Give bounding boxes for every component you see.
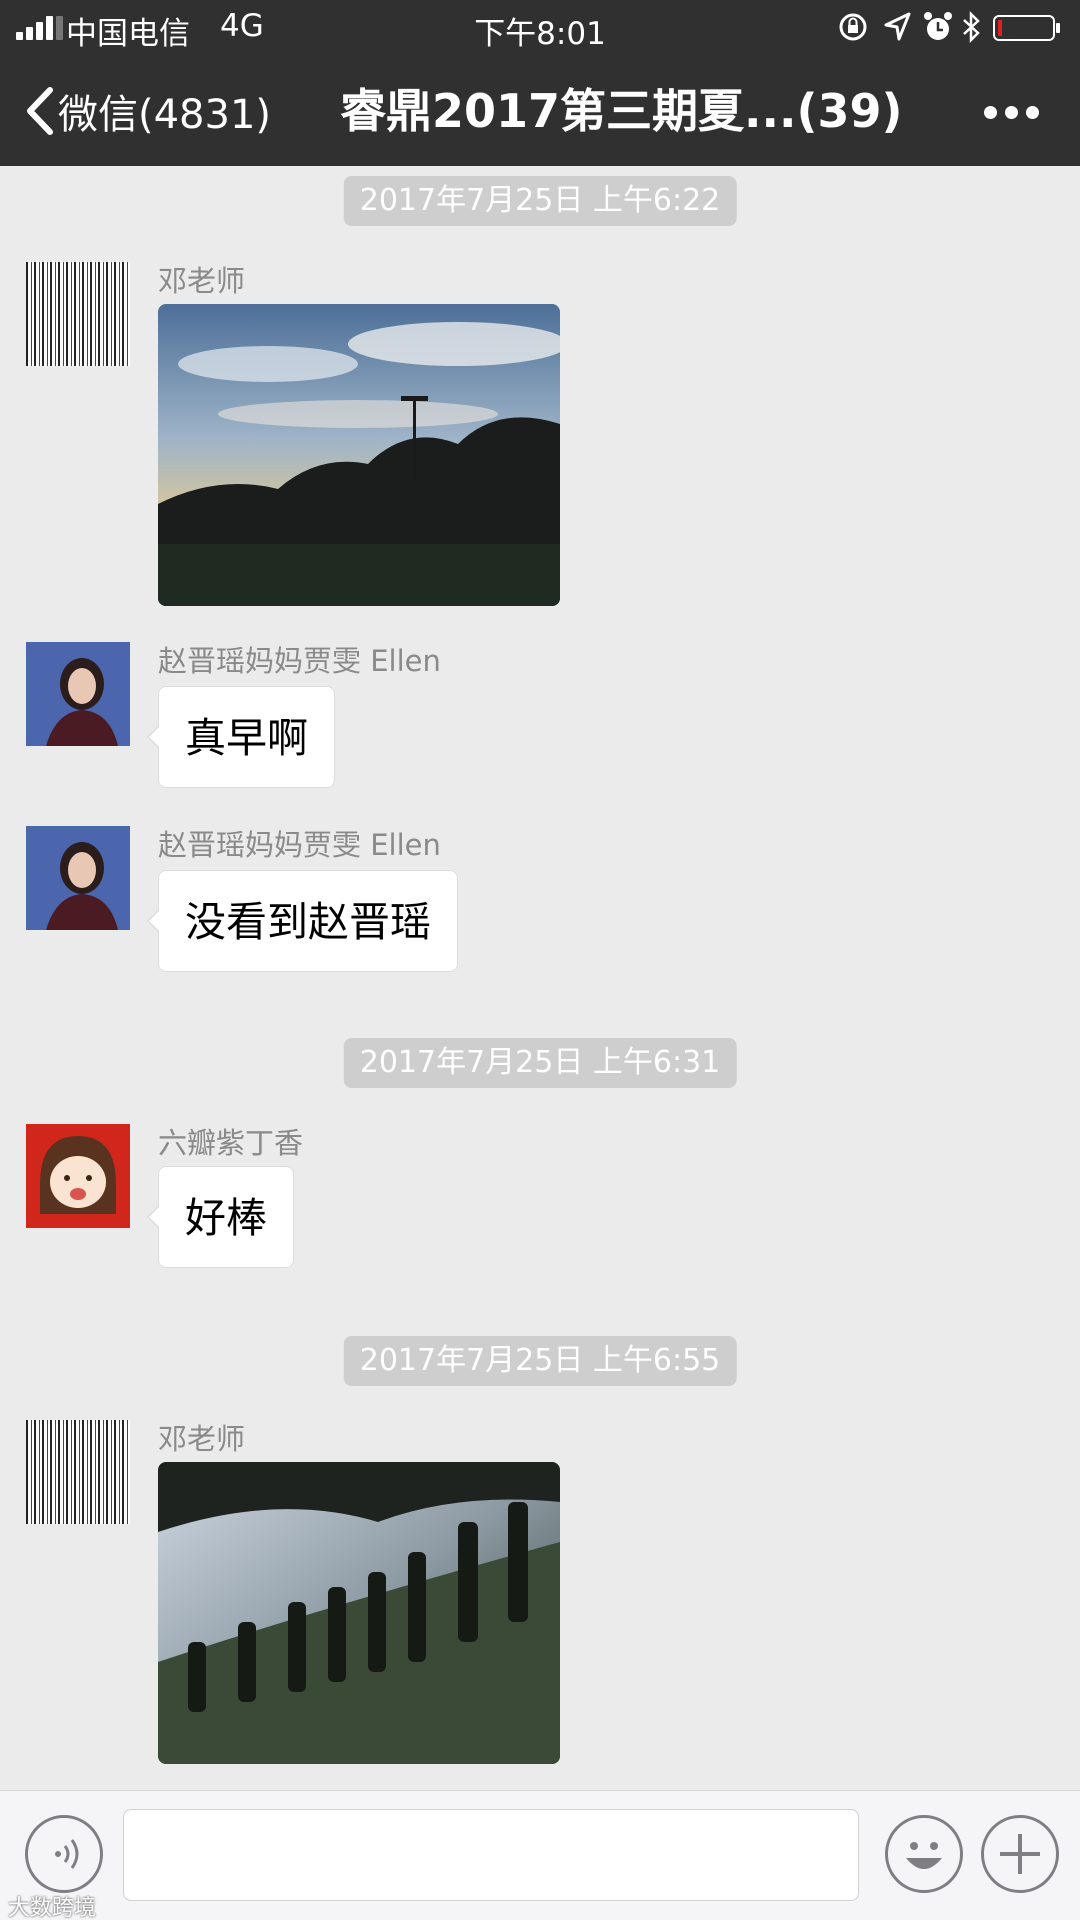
sender-name: 赵晋瑶妈妈贾雯 Ellen	[158, 644, 441, 678]
more-dots-icon[interactable]	[984, 104, 1040, 120]
sender-name: 六瓣紫丁香	[158, 1126, 304, 1160]
bluetooth-icon	[963, 10, 980, 44]
timestamp: 2017年7月25日 上午6:31	[343, 1038, 737, 1088]
top-header: 中国电信 4G 下午8:01 微信(4831) 睿鼎2017第三期夏...(39…	[0, 0, 1080, 166]
sender-name: 邓老师	[158, 264, 246, 298]
orientation-lock-icon	[839, 13, 867, 41]
text-message-bubble[interactable]: 真早啊	[147, 686, 335, 788]
portrait-avatar-image	[26, 642, 130, 746]
sender-name: 邓老师	[158, 1422, 246, 1456]
location-arrow-icon	[884, 12, 911, 41]
back-label: 微信(4831)	[58, 92, 272, 138]
photo-sunrise-field	[158, 304, 560, 606]
chat-area[interactable]: 2017年7月25日 上午6:22 邓老师 赵晋瑶妈妈贾雯 Ellen 真早啊 …	[0, 166, 1080, 1790]
timestamp: 2017年7月25日 上午6:55	[343, 1336, 737, 1386]
watermark: 大数跨境	[8, 1896, 97, 1920]
battery-low-icon	[993, 15, 1060, 41]
timestamp: 2017年7月25日 上午6:22	[343, 176, 737, 226]
avatar[interactable]	[26, 262, 130, 366]
text-message-bubble[interactable]: 好棒	[147, 1166, 294, 1268]
message-input[interactable]	[123, 1809, 859, 1901]
cartoon-girl-avatar-image	[26, 1124, 130, 1228]
status-icons	[836, 10, 1066, 46]
portrait-avatar-image	[26, 826, 130, 930]
status-bar: 中国电信 4G 下午8:01	[0, 0, 1080, 56]
chat-title: 睿鼎2017第三期夏...(39)	[340, 84, 903, 138]
image-message[interactable]	[158, 1462, 560, 1764]
nav-bar: 微信(4831) 睿鼎2017第三期夏...(39)	[0, 56, 1080, 166]
plus-icon[interactable]	[981, 1815, 1059, 1893]
avatar[interactable]	[26, 826, 130, 930]
text-message-bubble[interactable]: 没看到赵晋瑶	[147, 870, 458, 972]
back-button[interactable]: 微信(4831)	[24, 82, 271, 140]
photo-marching-students	[158, 1462, 560, 1764]
emoji-icon[interactable]	[885, 1815, 963, 1893]
image-message[interactable]	[158, 304, 560, 606]
voice-icon[interactable]	[25, 1815, 103, 1893]
input-bar	[0, 1790, 1080, 1920]
alarm-icon	[924, 12, 952, 40]
chevron-left-icon	[27, 87, 53, 135]
avatar[interactable]	[26, 642, 130, 746]
avatar[interactable]	[26, 1124, 130, 1228]
sender-name: 赵晋瑶妈妈贾雯 Ellen	[158, 828, 441, 862]
avatar[interactable]	[26, 1420, 130, 1524]
